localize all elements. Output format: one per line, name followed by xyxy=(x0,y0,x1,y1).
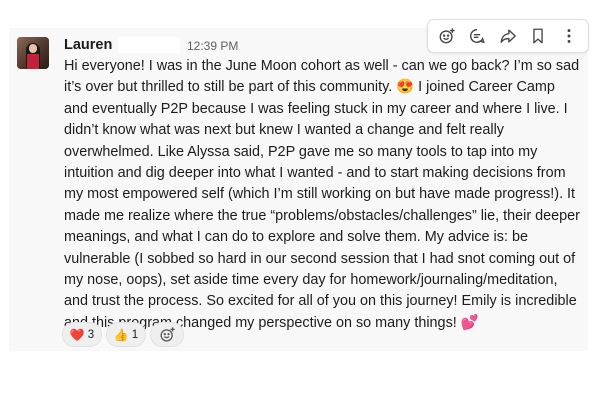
message-body: Hi everyone! I was in the June Moon coho… xyxy=(64,56,584,334)
add-reaction-icon xyxy=(439,28,455,44)
message-line: made me realize where the true “problems… xyxy=(64,207,580,224)
redacted-area xyxy=(118,37,180,53)
avatar[interactable] xyxy=(17,37,49,69)
timestamp[interactable]: 12:39 PM xyxy=(187,39,238,53)
forward-button[interactable] xyxy=(495,23,521,49)
message-line: meanings, and what I can do to explore a… xyxy=(64,229,528,246)
add-reaction-icon xyxy=(159,327,175,342)
message-line: my nose, oops), set aside time every day… xyxy=(64,271,558,288)
reply-in-thread-button[interactable] xyxy=(464,23,490,49)
reaction-count: 3 xyxy=(87,328,95,341)
message-line: and trust the process. So excited for al… xyxy=(64,293,577,310)
reaction-heart[interactable]: ❤️ 3 xyxy=(62,322,102,347)
heart-emoji: ❤️ xyxy=(69,327,85,342)
message-line: overwhelmed. Like Alyssa said, P2P gave … xyxy=(64,143,538,160)
forward-icon xyxy=(500,29,516,43)
save-button[interactable] xyxy=(525,23,551,49)
message-actions-toolbar xyxy=(427,19,589,53)
message-line: Hi everyone! I was in the June Moon coho… xyxy=(64,58,580,74)
bookmark-icon xyxy=(533,28,543,44)
message-line: intuition and dig deeper into what I wan… xyxy=(64,164,566,181)
more-actions-icon xyxy=(567,29,571,43)
more-actions-button[interactable] xyxy=(556,23,582,49)
reaction-thumbs-up[interactable]: 👍 1 xyxy=(106,322,146,347)
message-line: it’s over but thrilled to still be part … xyxy=(64,79,555,96)
thumbs-up-emoji: 👍 xyxy=(113,327,129,342)
message-line: and eventually P2P because I was feeling… xyxy=(64,100,568,117)
reply-in-thread-icon xyxy=(470,29,485,44)
author-name[interactable]: Lauren xyxy=(64,37,112,53)
add-reaction-pill[interactable] xyxy=(150,322,184,347)
message-line: my most empowered self (which I’m still … xyxy=(64,186,576,203)
add-reaction-button[interactable] xyxy=(434,23,460,49)
message-line: vulnerable (I sobbed so hard in our seco… xyxy=(64,250,576,267)
reaction-count: 1 xyxy=(131,328,139,341)
message-line: didn’t know what was next but knew I wan… xyxy=(64,122,504,139)
